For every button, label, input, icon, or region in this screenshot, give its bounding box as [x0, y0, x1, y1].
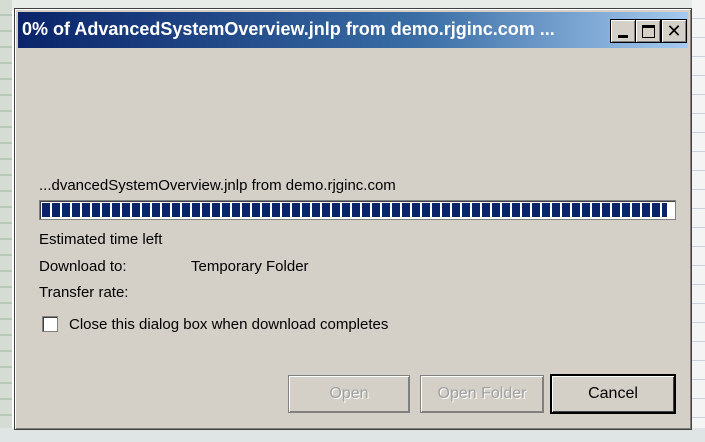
- download-dialog: 0% of AdvancedSystemOverview.jnlp from d…: [14, 8, 692, 430]
- download-progress-bar: [39, 200, 676, 220]
- close-icon: ✕: [666, 21, 682, 41]
- progress-fill: [42, 203, 667, 217]
- maximize-button[interactable]: [635, 19, 661, 43]
- title-bar[interactable]: 0% of AdvancedSystemOverview.jnlp from d…: [18, 12, 688, 48]
- background-app-bottom: [0, 428, 705, 442]
- background-app-right: [692, 0, 705, 442]
- close-when-done-label[interactable]: Close this dialog box when download comp…: [69, 316, 388, 333]
- minimize-icon: [618, 34, 628, 38]
- cancel-button[interactable]: Cancel: [551, 375, 675, 413]
- transfer-rate-label: Transfer rate:: [39, 284, 129, 301]
- download-to-label: Download to:: [39, 258, 127, 275]
- open-folder-button[interactable]: Open Folder: [420, 375, 544, 413]
- file-source-text: ...dvancedSystemOverview.jnlp from demo.…: [39, 177, 396, 194]
- close-button[interactable]: ✕: [661, 19, 687, 43]
- window-title: 0% of AdvancedSystemOverview.jnlp from d…: [22, 19, 555, 39]
- maximize-icon: [641, 24, 655, 38]
- minimize-button[interactable]: [610, 19, 636, 43]
- download-to-value: Temporary Folder: [191, 258, 309, 275]
- close-when-done-checkbox[interactable]: [42, 316, 58, 332]
- estimated-time-label: Estimated time left: [39, 231, 163, 248]
- open-button[interactable]: Open: [288, 375, 410, 413]
- background-app-left: [0, 0, 12, 442]
